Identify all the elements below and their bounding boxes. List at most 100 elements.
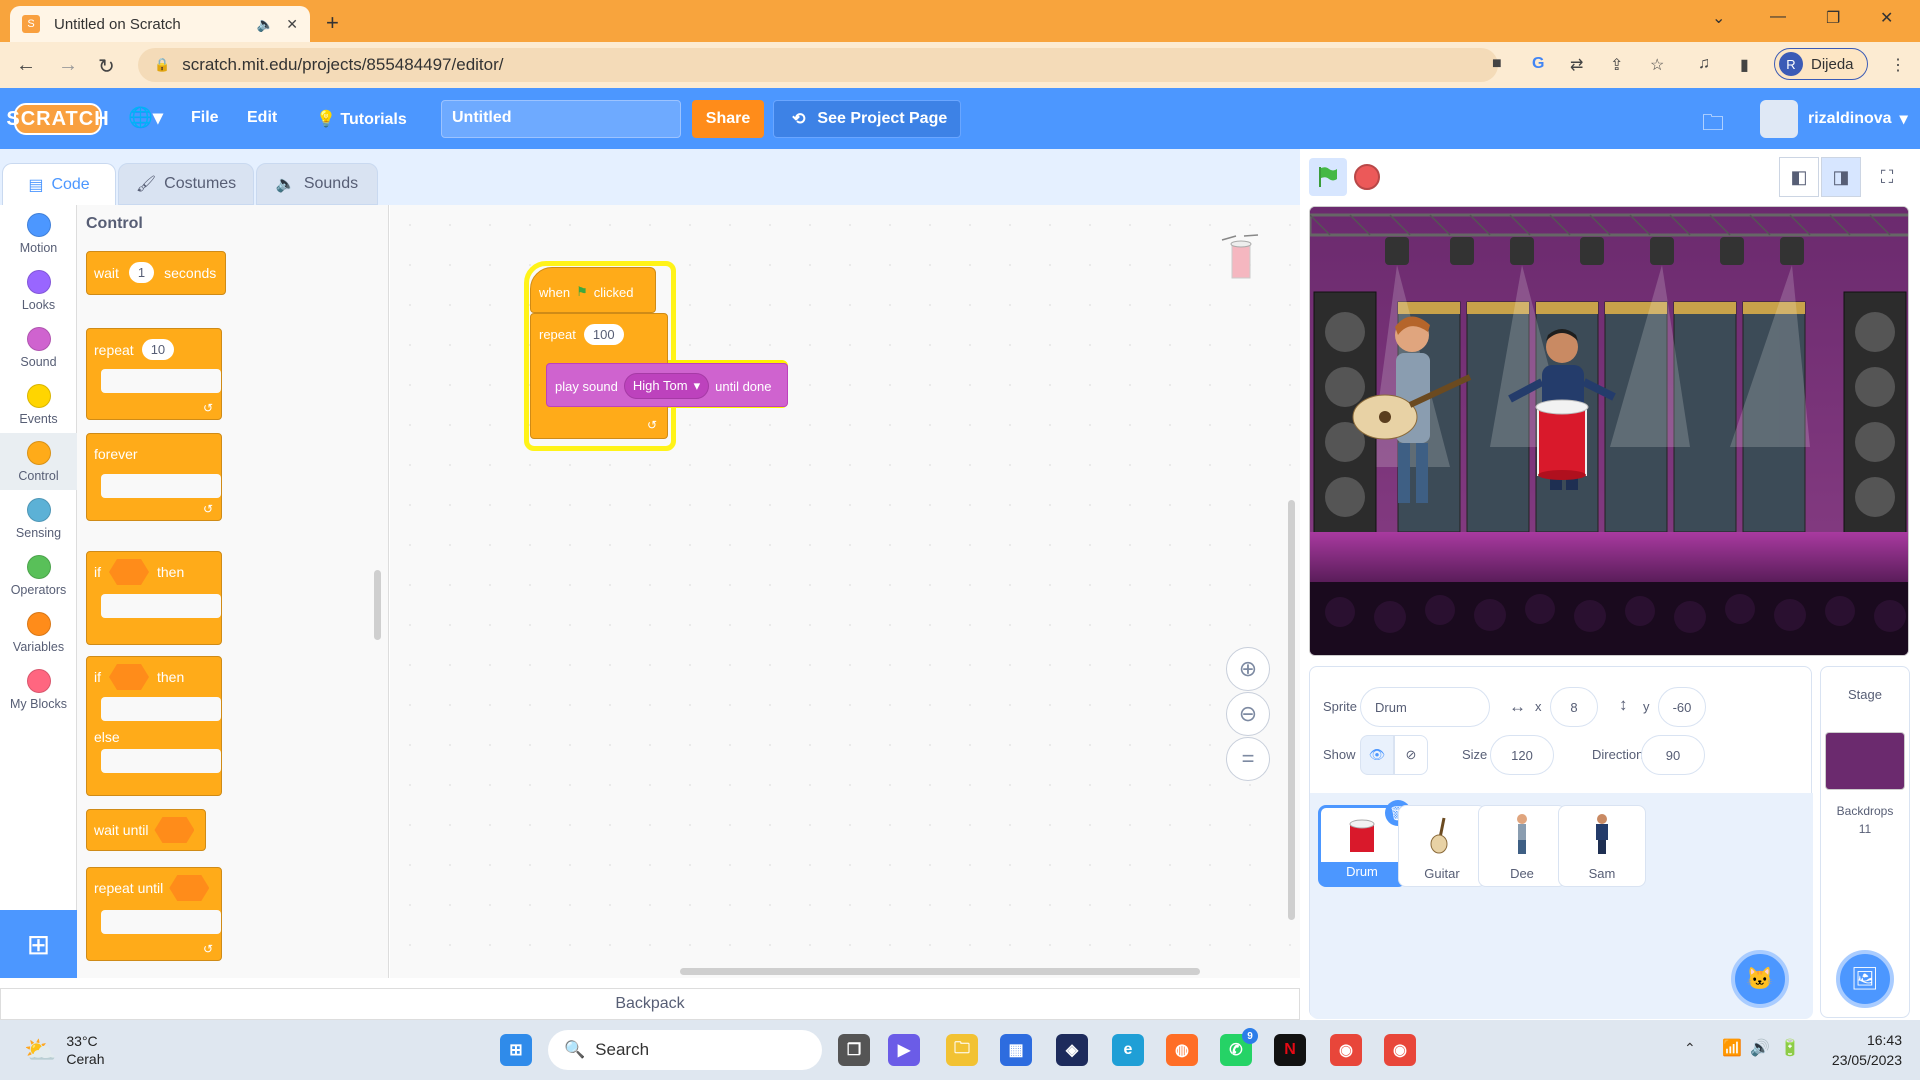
forward-icon[interactable]: → (58, 54, 78, 77)
when-flag-clicked-block[interactable]: when ⚑ clicked (530, 267, 656, 313)
chrome-icon[interactable]: ◉ (1330, 1034, 1362, 1066)
tab-code[interactable]: ▤ Code (2, 163, 116, 205)
bookmark-star-icon[interactable]: ☆ (1650, 55, 1664, 75)
media-icon[interactable]: ♫ (1698, 55, 1710, 73)
reload-icon[interactable]: ↻ (98, 54, 115, 79)
wait-until-block[interactable]: wait until (86, 809, 206, 851)
weather-widget[interactable]: ⛅ 33°C Cerah (24, 1032, 105, 1068)
close-tab-icon[interactable]: ✕ (286, 16, 298, 33)
stage-canvas[interactable] (1309, 206, 1909, 656)
tab-search-icon[interactable]: ⌄ (1712, 8, 1725, 28)
green-flag-button[interactable] (1309, 158, 1347, 196)
share-button[interactable]: Share (692, 100, 764, 138)
show-visible-button[interactable]: 👁 (1360, 735, 1394, 775)
clock[interactable]: 16:43 23/05/2023 (1816, 1030, 1902, 1070)
edit-menu[interactable]: Edit (247, 109, 277, 127)
if-then-block[interactable]: if then (86, 551, 222, 645)
windows-start-icon[interactable]: ⊞ (500, 1034, 532, 1066)
close-window-icon[interactable]: ✕ (1880, 8, 1893, 28)
forever-block[interactable]: forever ↺ (86, 433, 222, 521)
url-bar[interactable]: 🔒 scratch.mit.edu/projects/855484497/edi… (138, 48, 1498, 82)
repeat-until-block[interactable]: repeat until ↺ (86, 867, 222, 961)
condition-slot[interactable] (154, 817, 195, 843)
stop-button[interactable] (1354, 164, 1380, 190)
normal-stage-button[interactable]: ◨ (1821, 157, 1861, 197)
category-control[interactable]: Control (0, 433, 77, 490)
repeat-count-input[interactable]: 100 (583, 324, 624, 345)
see-project-page-button[interactable]: ⟲ See Project Page (773, 100, 961, 138)
zoom-reset-button[interactable]: = (1226, 737, 1270, 781)
my-stuff-folder-icon[interactable]: 🗀 (1702, 106, 1724, 144)
category-variables[interactable]: Variables (0, 604, 77, 661)
minimize-icon[interactable]: — (1770, 8, 1786, 26)
category-my-blocks[interactable]: My Blocks (0, 661, 77, 718)
edge-icon[interactable]: e (1112, 1034, 1144, 1066)
profile-button[interactable]: R Dijeda (1774, 48, 1868, 80)
security-icon[interactable]: ◈ (1056, 1034, 1088, 1066)
browser-tab[interactable]: S Untitled on Scratch 🔈 ✕ (10, 6, 310, 42)
tutorials-button[interactable]: 💡 Tutorials (316, 109, 407, 129)
direction-input[interactable]: 90 (1641, 735, 1705, 775)
choose-sprite-button[interactable]: 🐱 (1731, 950, 1789, 1008)
wait-value-input[interactable]: 1 (128, 262, 155, 283)
project-title-input[interactable]: Untitled (441, 100, 681, 138)
share-page-icon[interactable]: ⇪ (1610, 55, 1623, 75)
wifi-icon[interactable]: 📶 (1722, 1038, 1742, 1058)
sprite-tile-guitar[interactable]: Guitar (1398, 805, 1486, 887)
taskbar-search[interactable]: 🔍 Search (548, 1030, 822, 1070)
speaker-icon[interactable]: 🔈 (257, 16, 274, 33)
scratch-logo[interactable]: SCRATCH (6, 103, 109, 135)
size-input[interactable]: 120 (1490, 735, 1554, 775)
script-workspace[interactable]: when ⚑ clicked repeat 100 ↺ play sound H… (390, 205, 1300, 978)
teams-icon[interactable]: ▶ (888, 1034, 920, 1066)
workspace-horizontal-scrollbar[interactable] (680, 968, 1200, 975)
show-hidden-button[interactable]: ⊘ (1394, 735, 1428, 775)
play-sound-until-done-block[interactable]: play sound High Tom ▾ until done (546, 363, 788, 407)
palette-scrollbar[interactable] (374, 570, 381, 640)
language-globe-icon[interactable]: 🌐▾ (128, 105, 163, 130)
category-looks[interactable]: Looks (0, 262, 77, 319)
kebab-menu-icon[interactable]: ⋮ (1890, 55, 1906, 75)
sprite-name-input[interactable]: Drum (1360, 687, 1490, 727)
back-icon[interactable]: ← (16, 54, 36, 77)
category-sensing[interactable]: Sensing (0, 490, 77, 547)
fullscreen-button[interactable]: ⛶ (1867, 157, 1907, 197)
backpack-bar[interactable]: Backpack (0, 988, 1300, 1020)
volume-icon[interactable]: 🔊 (1750, 1038, 1770, 1058)
category-operators[interactable]: Operators (0, 547, 77, 604)
netflix-icon[interactable]: N (1274, 1034, 1306, 1066)
small-stage-button[interactable]: ◧ (1779, 157, 1819, 197)
y-input[interactable]: -60 (1658, 687, 1706, 727)
choose-backdrop-button[interactable]: 🖼 (1836, 950, 1894, 1008)
tab-sounds[interactable]: 🔈 Sounds (256, 163, 378, 205)
workspace-vertical-scrollbar[interactable] (1288, 500, 1295, 920)
sprite-tile-sam[interactable]: Sam (1558, 805, 1646, 887)
new-tab-button[interactable]: + (326, 10, 339, 36)
task-view-icon[interactable]: ❐ (838, 1034, 870, 1066)
store-icon[interactable]: ▦ (1000, 1034, 1032, 1066)
camera-icon[interactable]: ■ (1492, 55, 1502, 73)
sprite-tile-dee[interactable]: Dee (1478, 805, 1566, 887)
sound-dropdown[interactable]: High Tom ▾ (623, 373, 710, 399)
chevron-up-icon[interactable]: ⌃ (1684, 1040, 1696, 1057)
script-stack[interactable]: when ⚑ clicked repeat 100 ↺ play sound H… (524, 261, 800, 451)
add-extension-button[interactable]: ⊞ (0, 910, 77, 978)
zoom-in-button[interactable]: ⊕ (1226, 647, 1270, 691)
translate-icon[interactable]: ⇄ (1570, 55, 1583, 75)
x-input[interactable]: 8 (1550, 687, 1598, 727)
category-sound[interactable]: Sound (0, 319, 77, 376)
category-motion[interactable]: Motion (0, 205, 77, 262)
file-explorer-icon[interactable]: 🗀 (946, 1034, 978, 1066)
wait-seconds-block[interactable]: wait 1 seconds (86, 251, 226, 295)
whatsapp-icon[interactable]: ✆ 9 (1220, 1028, 1258, 1066)
condition-slot[interactable] (169, 875, 210, 901)
category-events[interactable]: Events (0, 376, 77, 433)
tab-costumes[interactable]: 🖌 Costumes (118, 163, 254, 205)
firefox-icon[interactable]: ◍ (1166, 1034, 1198, 1066)
maximize-icon[interactable]: ❐ (1826, 8, 1840, 28)
if-then-else-block[interactable]: if then else (86, 656, 222, 796)
side-panel-icon[interactable]: ▮ (1740, 55, 1749, 75)
repeat-count-input[interactable]: 10 (141, 339, 175, 360)
condition-slot[interactable] (109, 664, 149, 690)
chrome-profile-icon[interactable]: ◉ (1384, 1034, 1416, 1066)
